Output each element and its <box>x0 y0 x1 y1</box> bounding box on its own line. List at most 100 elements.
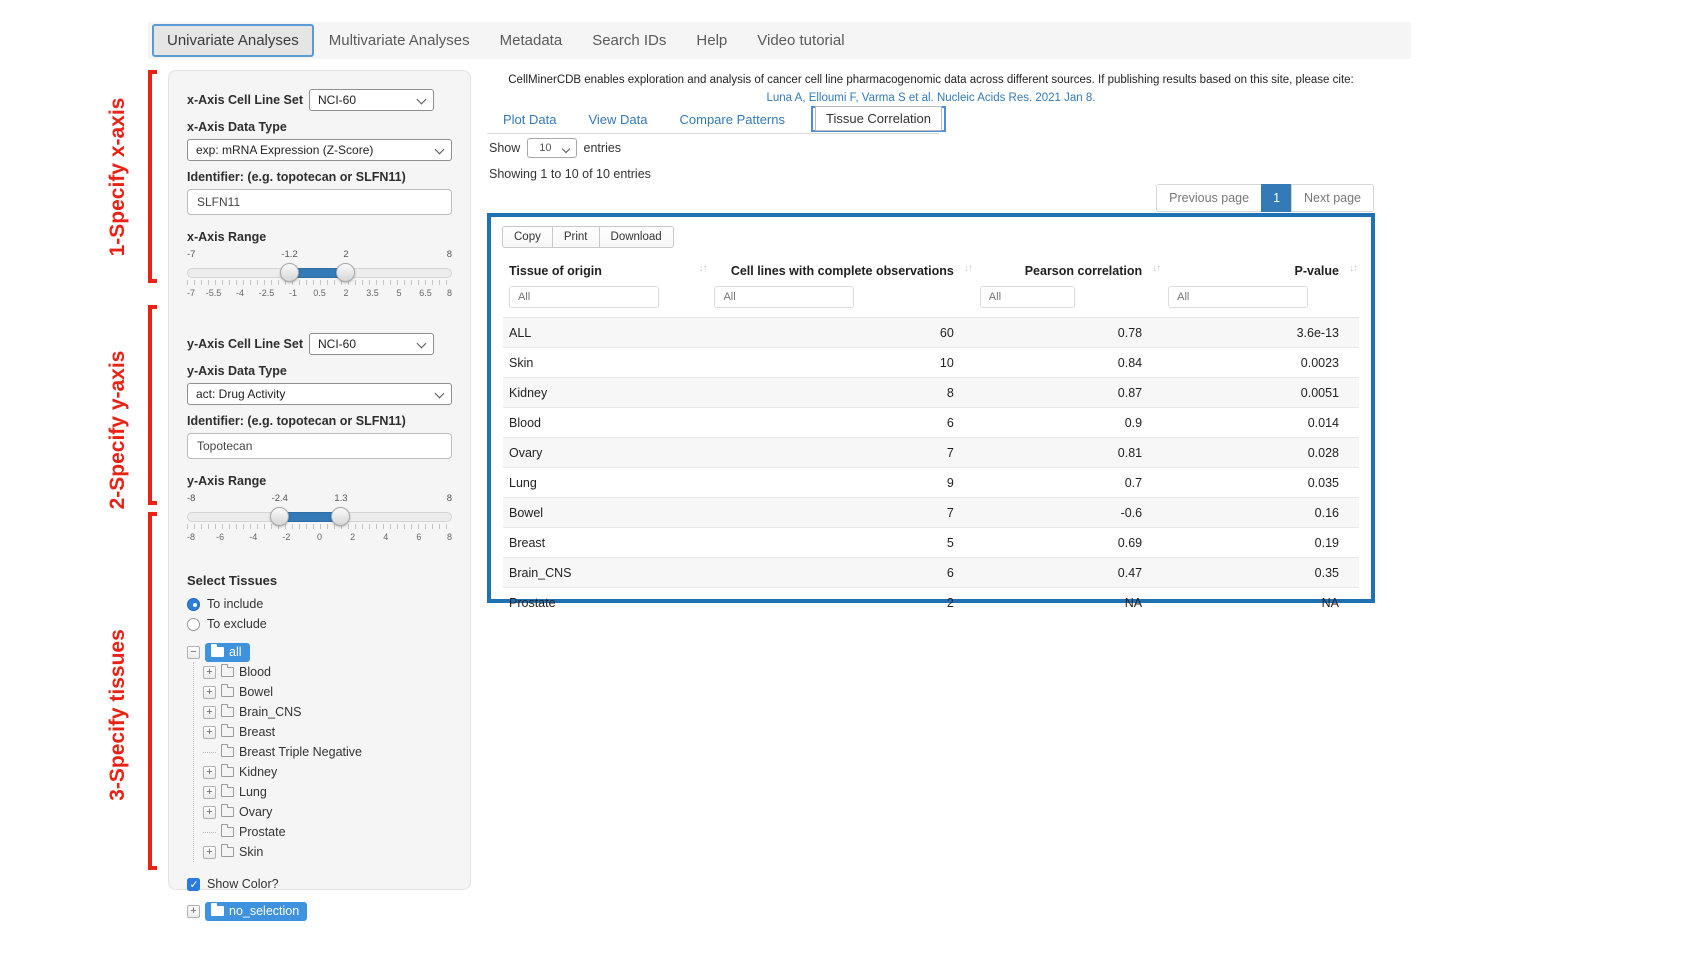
tree-node-breast-triple-negative[interactable]: Breast Triple Negative <box>203 742 452 762</box>
column-header-pearson[interactable]: Pearson correlation ↓↑ <box>974 257 1162 285</box>
filter-input-tissue[interactable] <box>509 286 659 308</box>
tab-compare-patterns[interactable]: Compare Patterns <box>664 107 802 132</box>
collapse-icon[interactable] <box>187 646 200 659</box>
table-cell: 7 <box>708 498 973 528</box>
table-row: ALL 60 0.78 3.6e-13 <box>503 318 1359 348</box>
sort-icon[interactable]: ↓↑ <box>698 263 706 274</box>
tree-node-blood[interactable]: Blood <box>203 662 452 682</box>
tissue-correlation-table: Tissue of origin ↓↑ Cell lines with compl… <box>503 257 1359 617</box>
x-identifier-input[interactable] <box>187 189 452 215</box>
tree-node-breast[interactable]: Breast <box>203 722 452 742</box>
column-header-tissue[interactable]: Tissue of origin ↓↑ <box>503 257 708 285</box>
filter-input-pvalue[interactable] <box>1168 286 1308 308</box>
radio-to-exclude[interactable]: To exclude <box>187 617 452 631</box>
tree-node-all[interactable]: all <box>187 642 452 662</box>
y-range-label: y-Axis Range <box>187 474 452 488</box>
radio-icon <box>187 618 200 631</box>
expand-icon[interactable] <box>203 666 216 679</box>
copy-button[interactable]: Copy <box>502 226 553 248</box>
table-row: Brain_CNS 6 0.47 0.35 <box>503 558 1359 588</box>
nav-metadata[interactable]: Metadata <box>485 24 578 57</box>
x-data-type-select[interactable]: exp: mRNA Expression (Z-Score) <box>187 139 452 161</box>
slider-tick-label: -4 <box>249 532 257 542</box>
next-page-button[interactable]: Next page <box>1291 184 1374 212</box>
column-header-pvalue[interactable]: P-value ↓↑ <box>1162 257 1359 285</box>
tree-node-bowel[interactable]: Bowel <box>203 682 452 702</box>
x-cell-line-set-label: x-Axis Cell Line Set <box>187 93 303 107</box>
tree-node-kidney[interactable]: Kidney <box>203 762 452 782</box>
column-header-label: Pearson correlation <box>1025 264 1142 278</box>
page-size-value: 10 <box>539 142 551 154</box>
filter-input-pearson[interactable] <box>980 286 1075 308</box>
nav-univariate-analyses[interactable]: Univariate Analyses <box>152 24 314 57</box>
tab-tissue-correlation[interactable]: Tissue Correlation <box>815 106 942 131</box>
x-axis-range-slider[interactable]: -7 -1.2 2 8 -7 -5.5 -4 -2.5 -1 0.5 2 3.5… <box>187 249 452 305</box>
table-cell: 0.81 <box>974 438 1162 468</box>
slider-handle-low[interactable] <box>270 507 289 526</box>
table-row: Prostate 2 NA NA <box>503 588 1359 618</box>
citation-text: CellMinerCDB enables exploration and ana… <box>487 72 1375 90</box>
y-data-type-select[interactable]: act: Drug Activity <box>187 383 452 405</box>
citation-link[interactable]: Luna A, Elloumi F, Varma S et al. Nuclei… <box>767 92 1096 104</box>
page-size-select[interactable]: 10 <box>527 138 576 158</box>
chevron-down-icon <box>435 145 445 155</box>
x-range-label: x-Axis Range <box>187 230 452 244</box>
sort-icon[interactable]: ↓↑ <box>1152 263 1160 274</box>
folder-icon <box>221 687 234 697</box>
print-button[interactable]: Print <box>552 226 600 248</box>
download-button[interactable]: Download <box>599 226 674 248</box>
expand-icon[interactable] <box>203 766 216 779</box>
y-identifier-input[interactable] <box>187 433 452 459</box>
column-header-label: P-value <box>1295 264 1339 278</box>
sort-icon[interactable]: ↓↑ <box>1349 263 1357 274</box>
slider-tick-label: -4 <box>236 288 244 298</box>
table-cell: Bowel <box>503 498 708 528</box>
expand-icon[interactable] <box>203 786 216 799</box>
column-header-cell-lines[interactable]: Cell lines with complete observations↓↑ <box>708 257 973 285</box>
tree-leaf-connector <box>203 752 216 753</box>
x-identifier-label: Identifier: (e.g. topotecan or SLFN11) <box>187 170 452 184</box>
table-row: Breast 5 0.69 0.19 <box>503 528 1359 558</box>
nav-multivariate-analyses[interactable]: Multivariate Analyses <box>314 24 485 57</box>
chevron-down-icon <box>435 389 445 399</box>
previous-page-button[interactable]: Previous page <box>1156 184 1262 212</box>
table-cell: 8 <box>708 378 973 408</box>
tab-tissue-correlation-annotation: Tissue Correlation <box>811 106 946 132</box>
expand-icon[interactable] <box>203 846 216 859</box>
slider-handle-high[interactable] <box>336 263 355 282</box>
slider-tick-label: -5.5 <box>206 288 222 298</box>
column-header-label: Tissue of origin <box>509 264 602 278</box>
slider-handle-high[interactable] <box>331 507 350 526</box>
expand-icon[interactable] <box>203 686 216 699</box>
slider-min-label: -8 <box>187 493 195 504</box>
tree-node-lung[interactable]: Lung <box>203 782 452 802</box>
radio-to-include[interactable]: To include <box>187 597 452 611</box>
expand-icon[interactable] <box>187 905 200 918</box>
y-axis-range-slider[interactable]: -8 -2.4 1.3 8 -8 -6 -4 -2 0 2 4 6 8 <box>187 493 452 549</box>
chevron-down-icon <box>561 145 569 153</box>
page-1-button[interactable]: 1 <box>1261 184 1292 212</box>
expand-icon[interactable] <box>203 806 216 819</box>
tree-node-ovary[interactable]: Ovary <box>203 802 452 822</box>
nav-video-tutorial[interactable]: Video tutorial <box>742 24 859 57</box>
slider-handle-low[interactable] <box>280 263 299 282</box>
tree-node-no-selection[interactable]: no_selection <box>187 901 452 921</box>
sort-icon[interactable]: ↓↑ <box>964 263 972 274</box>
x-cell-line-set-select[interactable]: NCI-60 <box>309 89 434 111</box>
expand-icon[interactable] <box>203 726 216 739</box>
expand-icon[interactable] <box>203 706 216 719</box>
table-cell: 0.9 <box>974 408 1162 438</box>
nav-search-ids[interactable]: Search IDs <box>577 24 681 57</box>
y-cell-line-set-select[interactable]: NCI-60 <box>309 333 434 355</box>
tree-node-brain-cns[interactable]: Brain_CNS <box>203 702 452 722</box>
filter-input-cell-lines[interactable] <box>714 286 854 308</box>
slider-tick-label: 0 <box>317 532 322 542</box>
tab-view-data[interactable]: View Data <box>572 107 663 132</box>
table-cell: 0.47 <box>974 558 1162 588</box>
show-color-checkbox[interactable]: Show Color? <box>187 877 452 891</box>
nav-help[interactable]: Help <box>681 24 742 57</box>
tree-node-skin[interactable]: Skin <box>203 842 452 862</box>
tree-node-prostate[interactable]: Prostate <box>203 822 452 842</box>
tab-plot-data[interactable]: Plot Data <box>487 107 572 132</box>
sidebar-panel: x-Axis Cell Line Set NCI-60 x-Axis Data … <box>168 70 471 890</box>
